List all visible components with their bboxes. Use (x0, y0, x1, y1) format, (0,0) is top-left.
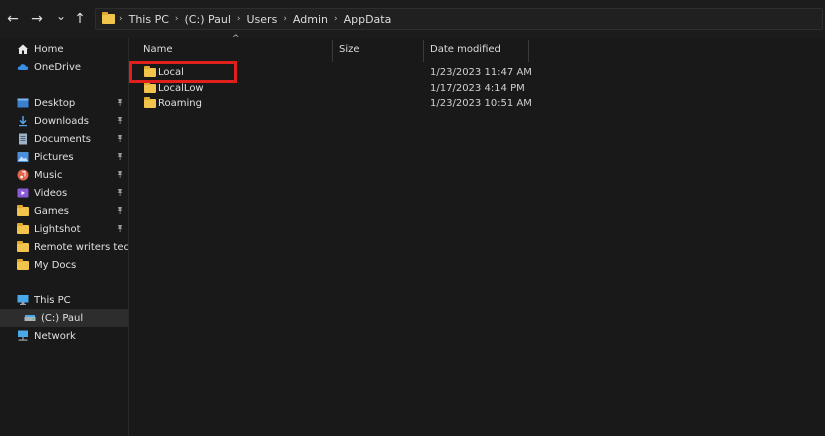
cloud-icon (17, 61, 29, 73)
address-bar[interactable]: › This PC › (C:) Paul › Users › Admin › … (95, 8, 823, 30)
separator-icon: › (283, 14, 287, 24)
drive-icon (24, 312, 36, 324)
column-header-date-modified[interactable]: Date modified (430, 44, 501, 55)
sidebar-item-label: Documents (34, 133, 92, 145)
sidebar-item-this-pc[interactable]: This PC (0, 291, 145, 309)
sidebar-item-label: Lightshot (34, 223, 81, 235)
separator-icon: › (174, 14, 179, 24)
separator-icon: › (236, 14, 241, 24)
music-icon (17, 169, 29, 181)
computer-icon (17, 294, 29, 306)
recent-locations-button[interactable]: ⌄ (52, 6, 70, 26)
sidebar-item-videos[interactable]: Videos (0, 184, 145, 202)
file-date-modified: 1/23/2023 11:47 AM (430, 67, 532, 78)
sidebar-item-label: My Docs (34, 259, 77, 271)
breadcrumb-this-pc[interactable]: This PC (129, 13, 169, 26)
sidebar-item-label: This PC (34, 294, 71, 306)
pin-icon (116, 152, 124, 162)
arrow-left-icon: ← (7, 11, 19, 27)
sidebar-item-network[interactable]: Network (0, 327, 145, 345)
file-date-modified: 1/23/2023 10:51 AM (430, 98, 532, 109)
file-date-modified: 1/17/2023 4:14 PM (430, 83, 525, 94)
sidebar-item-label: Home (34, 43, 64, 55)
sidebar-item-my-docs[interactable]: My Docs (0, 256, 145, 274)
column-header-size[interactable]: Size (339, 44, 360, 55)
video-icon (17, 187, 29, 199)
folder-icon (17, 240, 29, 252)
desktop-icon (17, 97, 29, 109)
file-name: LocalLow (158, 83, 204, 94)
home-icon (17, 43, 29, 55)
sidebar-item-pictures[interactable]: Pictures (0, 148, 145, 166)
forward-button[interactable]: → (28, 9, 46, 29)
folder-icon (17, 222, 29, 234)
back-button[interactable]: ← (4, 9, 22, 29)
document-icon (17, 133, 29, 145)
sidebar-item-games[interactable]: Games (0, 202, 145, 220)
pin-icon (116, 170, 124, 180)
sidebar-item-label: Network (34, 330, 76, 342)
sidebar-item-onedrive[interactable]: OneDrive (0, 58, 145, 76)
sidebar-item-label: Remote writers tech (34, 241, 128, 253)
highlight-box (129, 61, 237, 83)
up-button[interactable]: ↑ (71, 9, 89, 29)
pin-icon (116, 134, 124, 144)
sidebar-item-c-drive[interactable]: (C:) Paul (0, 309, 128, 327)
breadcrumb-c-drive[interactable]: (C:) Paul (185, 13, 231, 26)
file-name: Roaming (158, 98, 202, 109)
folder-icon (144, 97, 156, 108)
file-row-locallow[interactable]: LocalLow 1/17/2023 4:14 PM (129, 81, 825, 97)
sidebar-item-label: Pictures (34, 151, 74, 163)
separator-icon: › (333, 14, 338, 24)
pin-icon (116, 224, 124, 234)
sidebar-item-label: (C:) Paul (41, 312, 84, 324)
sidebar-item-documents[interactable]: Documents (0, 130, 145, 148)
column-divider[interactable] (332, 40, 333, 62)
chevron-down-icon: ⌄ (55, 9, 67, 23)
column-header-name[interactable]: Name (143, 44, 173, 55)
sidebar-item-music[interactable]: Music (0, 166, 145, 184)
folder-icon (144, 82, 156, 93)
sidebar-item-label: Videos (34, 187, 68, 199)
folder-icon (17, 258, 29, 270)
sidebar-item-home[interactable]: Home (0, 40, 145, 58)
pin-icon (116, 116, 124, 126)
sidebar-item-downloads[interactable]: Downloads (0, 112, 145, 130)
pin-icon (116, 188, 124, 198)
sidebar-item-remote-writers-tech[interactable]: Remote writers tech (0, 238, 128, 256)
picture-icon (17, 151, 29, 163)
address-toolbar: ← → ⌄ ↑ › This PC › (C:) Paul › Users › … (0, 0, 825, 38)
separator-icon: › (119, 14, 123, 24)
folder-icon (102, 12, 115, 24)
file-list: ^ Name Size Date modified Local 1/23/202… (129, 34, 825, 436)
sidebar-item-lightshot[interactable]: Lightshot (0, 220, 145, 238)
pin-icon (116, 206, 124, 216)
sort-ascending-icon: ^ (232, 34, 240, 44)
sidebar-item-desktop[interactable]: Desktop (0, 94, 145, 112)
breadcrumb-users[interactable]: Users (247, 13, 278, 26)
sidebar-item-label: Downloads (34, 115, 89, 127)
breadcrumb-admin[interactable]: Admin (293, 13, 328, 26)
download-icon (17, 115, 29, 127)
sidebar-item-label: OneDrive (34, 61, 82, 73)
folder-icon (17, 204, 29, 216)
column-divider[interactable] (423, 40, 424, 62)
sidebar-item-label: Games (34, 205, 69, 217)
arrow-right-icon: → (31, 11, 43, 27)
sidebar-item-label: Music (34, 169, 63, 181)
pin-icon (116, 98, 124, 108)
network-icon (17, 330, 29, 342)
breadcrumb-appdata[interactable]: AppData (344, 13, 392, 26)
file-row-roaming[interactable]: Roaming 1/23/2023 10:51 AM (129, 96, 825, 112)
arrow-up-icon: ↑ (74, 11, 86, 27)
sidebar-item-label: Desktop (34, 97, 76, 109)
navigation-pane: Home OneDrive Desktop Downloads Document… (0, 38, 129, 436)
column-divider[interactable] (528, 40, 529, 62)
